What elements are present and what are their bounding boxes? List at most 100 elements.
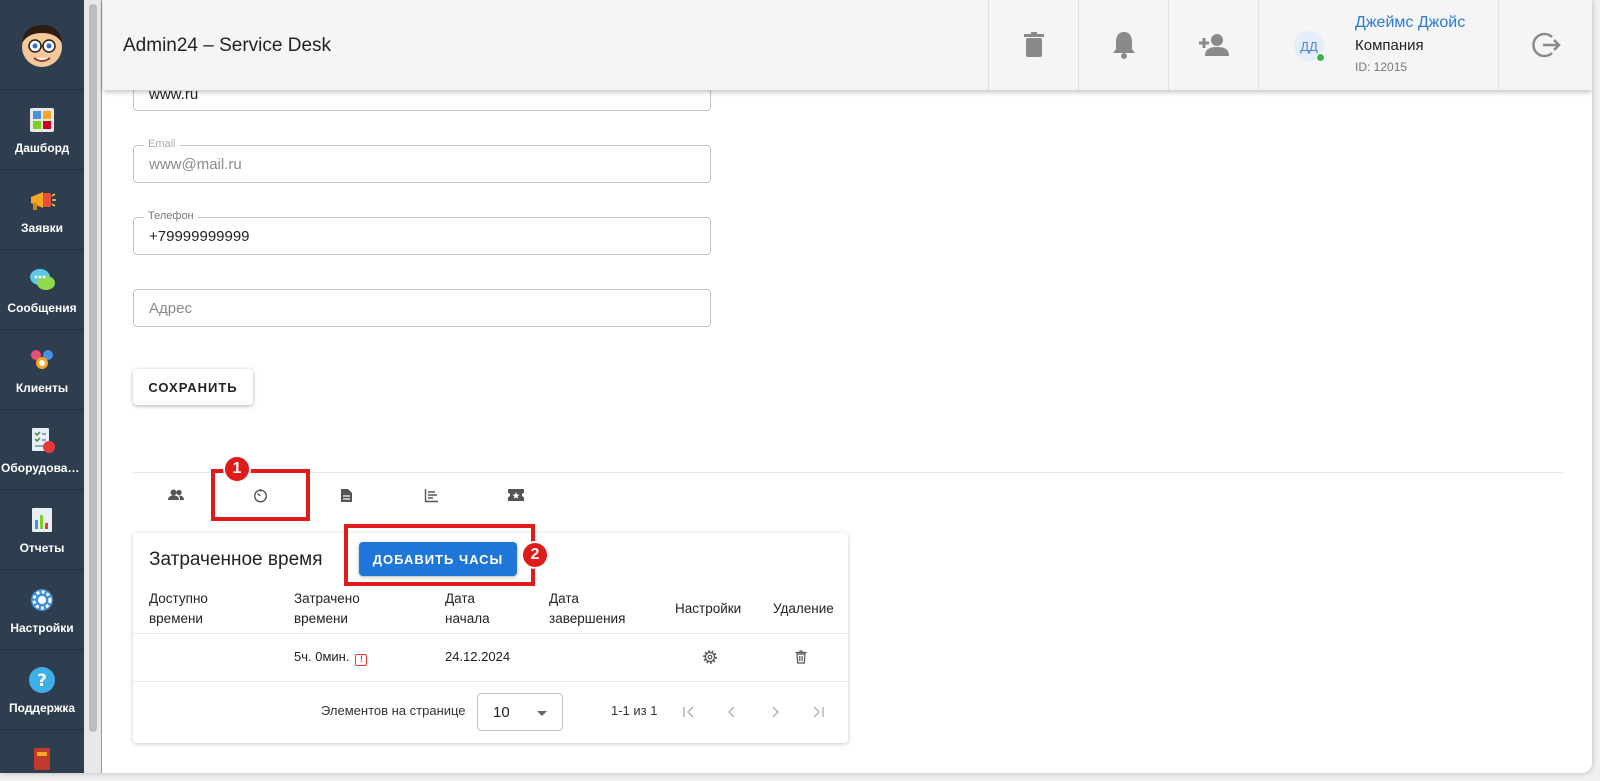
sidebar-scrollbar[interactable] — [84, 0, 102, 773]
help-icon: ? — [29, 666, 55, 693]
column-header-text: завершения — [549, 611, 626, 626]
notifications-button[interactable] — [1078, 0, 1168, 90]
sidebar-item-label: Дашборд — [14, 140, 70, 155]
last-page-button[interactable] — [806, 700, 830, 724]
email-value: www@mail.ru — [149, 156, 242, 173]
save-button[interactable]: СОХРАНИТЬ — [133, 369, 253, 405]
logo-avatar[interactable] — [0, 0, 84, 90]
chevron-left-icon — [727, 706, 735, 718]
email-label: Email — [144, 138, 180, 150]
chat-bubbles-icon — [30, 268, 55, 290]
column-header-delete: Удаление — [773, 601, 834, 616]
column-header-text: Дата — [549, 591, 579, 606]
timeline-chart-icon — [424, 488, 438, 502]
column-header-text: Затрачено — [294, 591, 360, 606]
user-id: ID: 12015 — [1355, 60, 1408, 74]
sidebar-item-more[interactable] — [0, 730, 84, 773]
warning-icon: ! — [355, 654, 368, 666]
logout-button[interactable] — [1498, 0, 1592, 90]
trash-icon — [1023, 32, 1044, 57]
column-header-available[interactable]: Доступно времени — [149, 589, 208, 629]
row-delete-button[interactable] — [795, 650, 807, 667]
row-settings-button[interactable] — [703, 650, 717, 667]
app-title: Admin24 – Service Desk — [123, 35, 332, 56]
address-field[interactable]: Адрес — [133, 289, 711, 327]
sidebar-item-equipment[interactable]: Оборудован... — [0, 410, 84, 490]
sidebar-item-label: Сообщения — [7, 300, 77, 315]
cartoon-face-icon — [22, 24, 62, 67]
address-placeholder: Адрес — [149, 300, 192, 317]
scrollbar-thumb[interactable] — [89, 4, 97, 732]
checklist-icon — [32, 427, 55, 453]
book-icon — [34, 748, 50, 770]
next-page-button[interactable] — [763, 700, 787, 724]
trash-icon — [795, 650, 807, 664]
items-per-page-value: 10 — [493, 704, 510, 721]
chevron-down-icon — [537, 711, 547, 716]
table-row-divider — [133, 681, 848, 682]
user-profile[interactable]: ДД Джеймс Джойс Компания ID: 12015 — [1258, 0, 1498, 90]
annotation-badge-2: 2 — [521, 541, 549, 569]
pagination-range: 1-1 из 1 — [611, 703, 658, 718]
sidebar-item-label: Настройки — [10, 620, 74, 635]
ticket-icon — [508, 489, 524, 501]
column-header-text: Доступно — [149, 591, 208, 606]
sidebar-item-label: Оборудован... — [1, 460, 83, 475]
bell-icon — [1112, 32, 1135, 59]
phone-value: +79999999999 — [149, 228, 250, 245]
tab-timeline[interactable] — [401, 481, 461, 509]
logout-icon — [1531, 32, 1561, 58]
sidebar-item-settings[interactable]: Настройки — [0, 570, 84, 650]
tab-tickets[interactable] — [486, 481, 546, 509]
email-field[interactable]: Email www@mail.ru — [133, 138, 711, 183]
sidebar-item-label: Поддержка — [8, 700, 76, 715]
clients-icon — [31, 349, 53, 369]
delete-button[interactable] — [988, 0, 1078, 90]
user-name[interactable]: Джеймс Джойс — [1355, 14, 1465, 32]
previous-page-button[interactable] — [720, 700, 744, 724]
tab-contacts[interactable] — [146, 481, 206, 509]
sidebar-item-messages[interactable]: Сообщения — [0, 250, 84, 330]
table-header-divider — [133, 633, 848, 634]
phone-field[interactable]: Телефон +79999999999 — [133, 210, 711, 255]
column-header-text: начала — [445, 611, 490, 626]
items-per-page-select[interactable]: 10 — [477, 693, 563, 731]
sidebar-item-reports[interactable]: Отчеты — [0, 490, 84, 570]
sidebar-item-label: Отчеты — [19, 540, 65, 555]
dashboard-icon — [30, 107, 54, 132]
add-user-icon — [1198, 34, 1229, 56]
cell-start-date: 24.12.2024 — [445, 649, 511, 664]
column-header-spent[interactable]: Затрачено времени — [294, 589, 360, 629]
column-header-start-date[interactable]: Дата начала — [445, 589, 490, 629]
sidebar-item-label: Клиенты — [15, 380, 69, 395]
annotation-badge-1: 1 — [223, 455, 251, 483]
sidebar: Дашборд Заявки Сообщения Клиенты Оборудо… — [0, 0, 84, 773]
online-status-dot — [1316, 53, 1325, 62]
highlight-box-2 — [344, 524, 535, 586]
tab-documents[interactable] — [316, 481, 376, 509]
add-user-button[interactable] — [1168, 0, 1258, 90]
document-icon — [340, 488, 352, 502]
app-window: Дашборд Заявки Сообщения Клиенты Оборудо… — [0, 0, 1592, 773]
cell-spent: 5ч. 0мин.! — [294, 649, 368, 666]
sidebar-item-clients[interactable]: Клиенты — [0, 330, 84, 410]
cell-spent-value: 5ч. 0мин. — [294, 649, 350, 664]
first-page-button[interactable] — [677, 700, 701, 724]
items-per-page-label: Элементов на странице — [321, 703, 466, 718]
section-divider — [133, 472, 1563, 473]
sidebar-item-support[interactable]: ? Поддержка — [0, 650, 84, 730]
sidebar-item-label: Заявки — [21, 220, 63, 235]
sidebar-item-requests[interactable]: Заявки — [0, 170, 84, 250]
last-page-icon — [813, 706, 824, 718]
column-header-end-date[interactable]: Дата завершения — [549, 589, 625, 629]
top-header: Admin24 – Service Desk ДД Джеймс Джойс К… — [103, 0, 1592, 90]
phone-label: Телефон — [144, 210, 198, 222]
gear-icon — [703, 650, 717, 664]
user-company: Компания — [1355, 37, 1424, 54]
column-header-settings: Настройки — [675, 601, 742, 616]
svg-text:?: ? — [37, 671, 47, 691]
sidebar-item-dashboard[interactable]: Дашборд — [0, 90, 84, 170]
chevron-right-icon — [772, 706, 780, 718]
report-chart-icon — [32, 507, 52, 532]
first-page-icon — [683, 706, 694, 718]
